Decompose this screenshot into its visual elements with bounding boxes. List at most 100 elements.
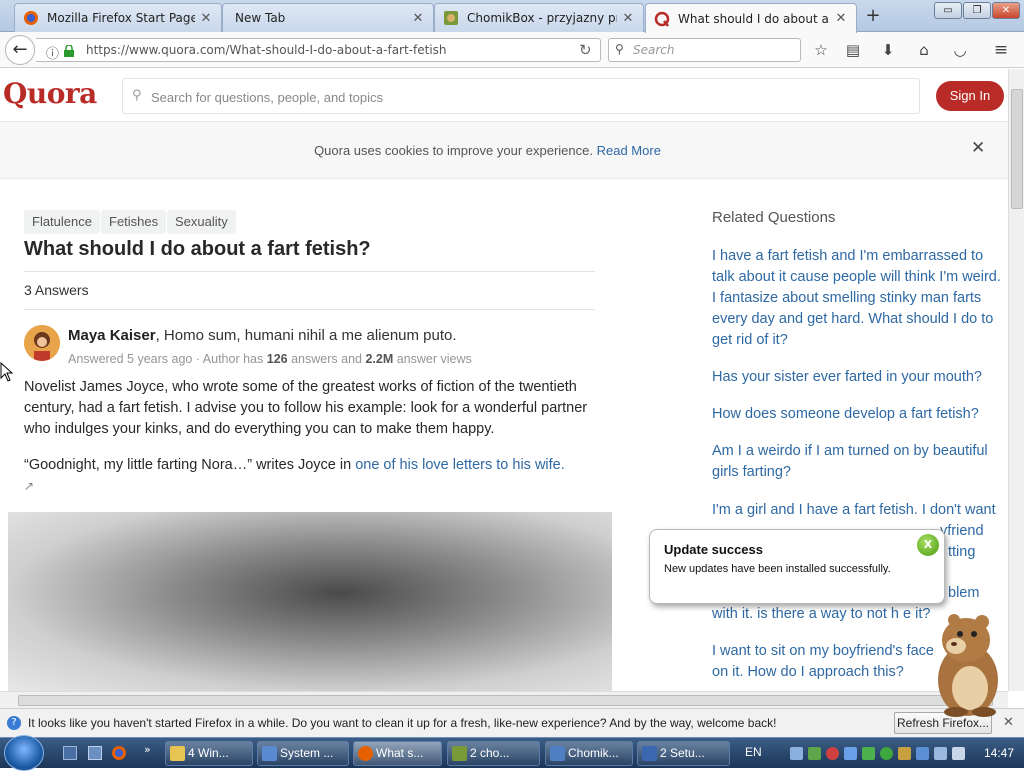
show-desktop-icon[interactable] xyxy=(63,746,77,760)
answer-paragraph: Novelist James Joyce, who wrote some of … xyxy=(24,379,588,437)
close-tab-icon[interactable]: ✕ xyxy=(834,11,848,26)
tray-icon[interactable] xyxy=(898,747,911,760)
start-button[interactable] xyxy=(4,735,44,771)
network-icon[interactable] xyxy=(934,747,947,760)
tray-icon[interactable] xyxy=(880,747,893,760)
question-icon: ? xyxy=(7,716,21,730)
minimize-button[interactable]: ▭ xyxy=(934,2,962,19)
tray-icon[interactable] xyxy=(844,747,857,760)
firefox-icon xyxy=(358,746,373,761)
quora-search-input[interactable]: ⚲ Search for questions, people, and topi… xyxy=(122,78,920,114)
tray-icon[interactable] xyxy=(808,747,821,760)
related-question[interactable]: I'm a girl and I have a fart fetish. I d… xyxy=(712,500,1006,521)
taskbar-item[interactable]: 2 cho... xyxy=(447,741,540,766)
lock-icon xyxy=(64,44,74,57)
cookie-banner: Quora uses cookies to improve your exper… xyxy=(0,122,1008,179)
divider xyxy=(24,271,595,272)
switch-windows-icon[interactable] xyxy=(88,746,102,760)
question-title[interactable]: What should I do about a fart fetish? xyxy=(24,238,371,261)
answer-author: Maya Kaiser, Homo sum, humani nihil a me… xyxy=(68,327,457,344)
back-button[interactable]: ← xyxy=(5,35,35,65)
quora-logo[interactable]: Quora xyxy=(3,77,97,110)
blurred-image xyxy=(8,512,612,691)
related-question-fragment[interactable]: yfriend xyxy=(940,521,1000,542)
chomik-icon xyxy=(452,746,467,761)
avatar[interactable] xyxy=(24,325,60,361)
reload-icon[interactable]: ↻ xyxy=(579,41,592,59)
update-notification: Update success New updates have been ins… xyxy=(649,529,945,604)
chevron-icon[interactable]: » xyxy=(144,743,151,756)
system-icon xyxy=(262,746,277,761)
tab-firefox-start[interactable]: Mozilla Firefox Start Page ✕ xyxy=(14,3,222,32)
close-tab-icon[interactable]: ✕ xyxy=(621,11,635,26)
home-icon[interactable]: ⌂ xyxy=(915,41,933,59)
taskbar-item[interactable]: System ... xyxy=(257,741,349,766)
url-bar[interactable]: ⓘ https://www.quora.com/What-should-I-do… xyxy=(36,38,601,62)
windows-taskbar: » 4 Win... System ... What s... 2 cho...… xyxy=(0,735,1024,771)
close-tab-icon[interactable]: ✕ xyxy=(411,11,425,26)
search-bar[interactable]: ⚲ Search xyxy=(608,38,801,62)
mouse-pointer-icon xyxy=(0,361,14,382)
topic-sexuality[interactable]: Sexuality xyxy=(167,210,236,234)
close-window-button[interactable]: ✕ xyxy=(992,2,1020,19)
quora-header: Quora ⚲ Search for questions, people, an… xyxy=(0,69,1008,122)
hamster-mascot-icon[interactable] xyxy=(920,608,1008,718)
notification-title: Update success xyxy=(664,542,763,557)
chomik-icon xyxy=(443,10,459,26)
related-question[interactable]: Am I a weirdo if I am turned on by beaut… xyxy=(712,441,1006,483)
external-link-icon[interactable]: ↗ xyxy=(24,479,34,493)
sign-in-button[interactable]: Sign In xyxy=(936,81,1004,111)
horizontal-scrollbar[interactable] xyxy=(0,691,1008,708)
divider xyxy=(24,309,595,310)
language-indicator[interactable]: EN xyxy=(745,745,762,759)
info-icon[interactable]: ⓘ xyxy=(46,43,59,62)
tray-icon[interactable] xyxy=(862,747,875,760)
download-icon[interactable]: ⬇ xyxy=(879,41,897,59)
tray-icon[interactable] xyxy=(916,747,929,760)
notification-body: New updates have been installed successf… xyxy=(664,563,891,575)
scroll-thumb[interactable] xyxy=(1011,89,1023,209)
taskbar-item[interactable]: 2 Setu... xyxy=(637,741,730,766)
answer-paragraph: “Goodnight, my little farting Nora…” wri… xyxy=(24,457,565,493)
scroll-thumb[interactable] xyxy=(18,695,993,706)
notification-close-button[interactable]: X xyxy=(917,534,939,556)
tray-icon[interactable] xyxy=(826,747,839,760)
tab-chomikbox[interactable]: ChomikBox - przyjazny pro... ✕ xyxy=(434,3,644,32)
tab-new-tab[interactable]: New Tab ✕ xyxy=(222,3,434,32)
close-tab-icon[interactable]: ✕ xyxy=(199,11,213,26)
menu-icon[interactable]: ≡ xyxy=(992,41,1010,59)
navigation-bar: ⓘ https://www.quora.com/What-should-I-do… xyxy=(0,32,1024,68)
search-icon: ⚲ xyxy=(132,88,142,103)
volume-icon[interactable] xyxy=(952,747,965,760)
author-name[interactable]: Maya Kaiser xyxy=(68,327,156,344)
setup-icon xyxy=(642,746,657,761)
tray-icon[interactable] xyxy=(790,747,803,760)
topic-fetishes[interactable]: Fetishes xyxy=(101,210,167,234)
read-more-link[interactable]: Read More xyxy=(597,143,661,158)
taskbar-item[interactable]: 4 Win... xyxy=(165,741,253,766)
related-questions-heading: Related Questions xyxy=(712,209,836,226)
related-question[interactable]: Has your sister ever farted in your mout… xyxy=(712,367,1006,388)
related-question-fragment[interactable]: blem xyxy=(948,583,1004,604)
close-icon[interactable]: ✕ xyxy=(971,138,985,158)
related-question[interactable]: I have a fart fetish and I'm embarrassed… xyxy=(712,246,1006,351)
tab-quora[interactable]: What should I do about a f... ✕ xyxy=(645,3,857,33)
search-icon: ⚲ xyxy=(615,42,624,56)
firefox-icon xyxy=(23,10,39,26)
firefox-icon[interactable] xyxy=(111,745,127,761)
tab-strip: Mozilla Firefox Start Page ✕ New Tab ✕ C… xyxy=(0,0,1024,33)
new-tab-button[interactable]: + xyxy=(864,7,882,25)
love-letters-link[interactable]: one of his love letters to his wife. xyxy=(355,457,565,473)
answer-meta: Answered 5 years ago · Author has 126 an… xyxy=(68,352,472,366)
related-question-fragment[interactable]: tting xyxy=(948,542,998,563)
reading-list-icon[interactable]: ▤ xyxy=(844,41,862,59)
taskbar-item[interactable]: Chomik... xyxy=(545,741,633,766)
topic-flatulence[interactable]: Flatulence xyxy=(24,210,100,234)
pocket-icon[interactable]: ◡ xyxy=(951,41,969,59)
taskbar-item-active[interactable]: What s... xyxy=(353,741,442,766)
bookmark-star-icon[interactable]: ☆ xyxy=(812,41,830,59)
clock[interactable]: 14:47 xyxy=(984,746,1014,760)
maximize-button[interactable]: ❐ xyxy=(963,2,991,19)
related-question[interactable]: How does someone develop a fart fetish? xyxy=(712,404,1006,425)
vertical-scrollbar[interactable] xyxy=(1008,69,1024,691)
